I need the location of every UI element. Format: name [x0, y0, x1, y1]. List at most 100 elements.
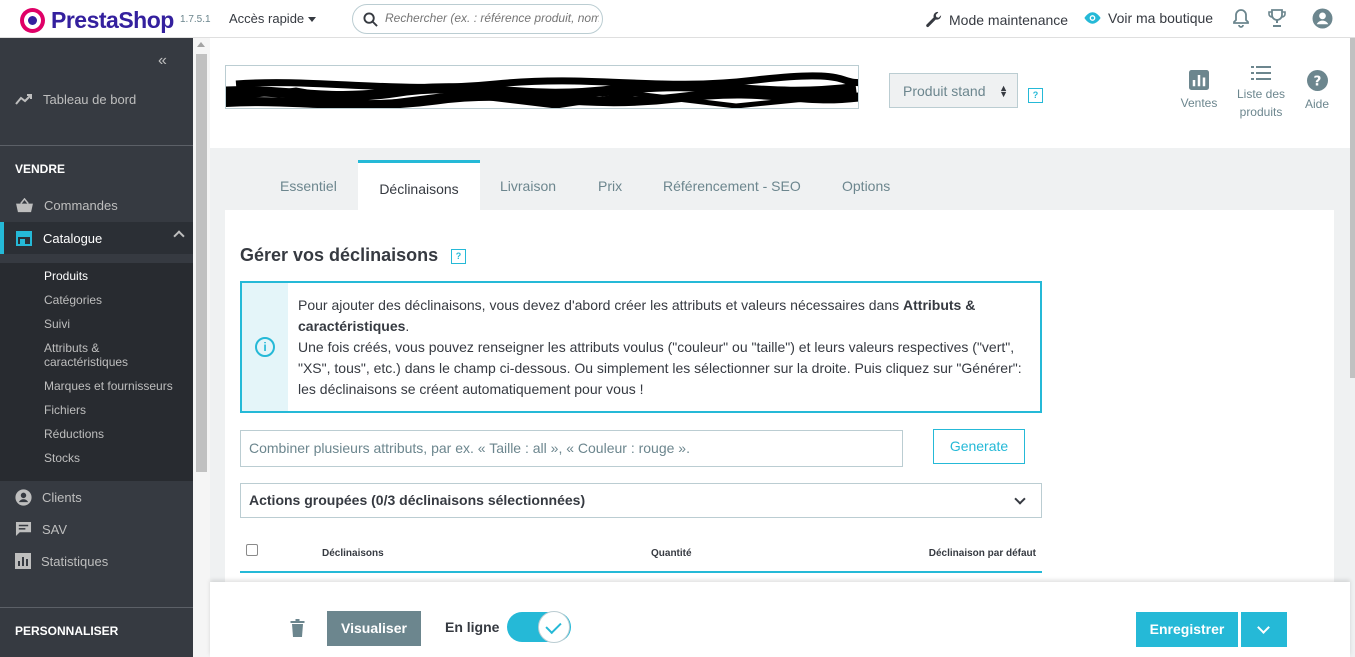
sidebar-section-sell: VENDRE [15, 162, 66, 176]
help-button[interactable]: ? Aide [1302, 70, 1332, 113]
bar-chart-icon [1189, 70, 1209, 90]
combinations-help-icon[interactable]: ? [451, 249, 466, 264]
product-name-input[interactable] [225, 65, 859, 109]
generate-button[interactable]: Generate [933, 429, 1025, 464]
svg-text:?: ? [1313, 74, 1321, 90]
shopping-basket-icon [16, 197, 33, 212]
help-label: Aide [1304, 97, 1330, 111]
online-toggle[interactable] [507, 611, 571, 643]
bar-chart-icon [15, 553, 31, 569]
product-list-label-line2: produits [1239, 105, 1283, 119]
caret-down-icon [308, 17, 317, 23]
prestashop-logo[interactable]: PrestaShop [20, 7, 174, 34]
sidebar-item-catalog[interactable]: Catalogue [0, 222, 193, 254]
sidebar-item-stats[interactable]: Statistiques [0, 545, 193, 577]
window-scrollbar-thumb[interactable] [1350, 38, 1355, 378]
quick-access-label: Accès rapide [229, 11, 305, 26]
bulk-actions-toggle[interactable]: Actions groupées (0/3 déclinaisons sélec… [240, 483, 1042, 518]
submenu-attributes[interactable]: Attributs & [44, 341, 99, 355]
chevron-up-icon [173, 230, 185, 242]
bulk-actions-label: Actions groupées (0/3 déclinaisons sélec… [249, 492, 586, 508]
version-label: 1.7.5.1 [180, 14, 211, 25]
submenu-products[interactable]: Produits [44, 269, 88, 283]
preview-button[interactable]: Visualiser [327, 611, 421, 646]
save-button[interactable]: Enregistrer [1136, 612, 1238, 647]
scroll-up-arrow-icon[interactable] [197, 42, 205, 47]
search-box[interactable] [352, 4, 603, 34]
maintenance-label: Mode maintenance [949, 11, 1069, 28]
column-default-combination: Déclinaison par défaut [928, 548, 1036, 559]
puffin-logo-icon [20, 8, 45, 33]
sidebar-label-service: SAV [42, 521, 68, 537]
submenu-monitoring[interactable]: Suivi [44, 317, 70, 331]
product-list-label: Liste des [1236, 87, 1286, 101]
tab-seo[interactable]: Référencement - SEO [663, 178, 801, 194]
product-tabs: Essentiel Déclinaisons Livraison Prix Ré… [210, 148, 1350, 210]
combine-attributes-input[interactable]: Combiner plusieurs attributs, par ex. « … [240, 430, 903, 467]
submenu-discounts[interactable]: Réductions [44, 427, 104, 441]
catalog-submenu: Produits Catégories Suivi Attributs & ca… [0, 263, 193, 481]
select-arrows-icon: ▲ ▼ [999, 83, 1008, 99]
product-type-help-icon[interactable]: ? [1028, 88, 1043, 103]
help-circle-icon: ? [1306, 70, 1328, 91]
chevron-down-icon [1014, 493, 1026, 505]
sales-button[interactable]: Ventes [1179, 70, 1219, 112]
search-input[interactable] [385, 11, 599, 25]
collapse-sidebar-icon[interactable]: « [158, 52, 167, 70]
tab-shipping[interactable]: Livraison [500, 178, 556, 194]
sales-label: Ventes [1180, 96, 1218, 110]
attributes-link[interactable]: Attributs & [903, 297, 975, 313]
view-shop-link[interactable]: Voir ma boutique [1083, 10, 1213, 26]
sidebar-item-dashboard[interactable]: Tableau de bord [0, 83, 193, 115]
sidebar-label-orders: Commandes [44, 197, 118, 213]
attributes-link-line2[interactable]: caractéristiques [298, 318, 405, 334]
redaction-scribble [226, 72, 858, 108]
tab-combinations[interactable]: Déclinaisons [358, 160, 480, 210]
quick-access-dropdown[interactable]: Accès rapide [229, 11, 317, 26]
chat-icon [15, 521, 32, 537]
tab-options[interactable]: Options [842, 178, 890, 194]
sidebar-divider [0, 145, 193, 146]
submenu-files[interactable]: Fichiers [44, 403, 86, 417]
submenu-stocks[interactable]: Stocks [44, 451, 80, 465]
submenu-categories[interactable]: Catégories [44, 293, 102, 307]
submenu-brands[interactable]: Marques et fournisseurs [44, 379, 173, 393]
sidebar-label-catalog: Catalogue [43, 230, 103, 246]
sidebar-item-orders[interactable]: Commandes [0, 189, 193, 221]
tab-pricing[interactable]: Prix [598, 178, 622, 194]
customer-icon [15, 488, 32, 506]
search-icon [363, 12, 378, 27]
submenu-attributes-line2[interactable]: caractéristiques [44, 355, 128, 369]
trash-icon[interactable] [290, 619, 305, 637]
brand-name: PrestaShop [51, 7, 174, 33]
scrollbar-thumb[interactable] [196, 54, 207, 472]
toggle-check-icon [538, 611, 570, 643]
sidebar-section-customize: PERSONNALISER [15, 624, 119, 638]
trophy-icon[interactable] [1267, 8, 1287, 28]
notification-bell-icon[interactable] [1232, 8, 1250, 28]
product-list-button[interactable]: Liste des produits [1234, 65, 1288, 121]
product-type-select[interactable]: Produit stand ▲ ▼ [889, 73, 1018, 108]
sidebar-item-customers[interactable]: Clients [0, 481, 193, 513]
sidebar-divider [0, 607, 193, 608]
section-title: Gérer vos déclinaisons [240, 245, 439, 265]
sidebar-item-service[interactable]: SAV [0, 513, 193, 545]
info-alert: i Pour ajouter des déclinaisons, vous de… [240, 281, 1042, 413]
maintenance-mode-link[interactable]: Mode maintenance [924, 10, 1068, 29]
combinations-table-header: Déclinaisons Quantité Déclinaison par dé… [240, 540, 1042, 573]
product-type-value: Produit stand [903, 83, 986, 99]
user-account-icon[interactable] [1312, 8, 1333, 29]
alert-text-part: Pour ajouter des déclinaisons, vous deve… [298, 297, 904, 313]
store-icon [16, 231, 32, 246]
alert-message: Pour ajouter des déclinaisons, vous deve… [298, 295, 1034, 400]
eye-icon [1084, 12, 1101, 24]
sidebar-label-customers: Clients [42, 489, 82, 505]
column-combinations: Déclinaisons [322, 548, 384, 559]
tab-essential[interactable]: Essentiel [280, 178, 337, 194]
select-all-checkbox[interactable] [246, 544, 258, 556]
alert-text-period: . [405, 318, 410, 334]
trending-up-icon [15, 94, 32, 105]
alert-icon-area: i [242, 283, 288, 411]
save-options-dropdown[interactable] [1241, 612, 1287, 647]
top-header: PrestaShop 1.7.5.1 Accès rapide Mode mai… [0, 0, 1355, 38]
